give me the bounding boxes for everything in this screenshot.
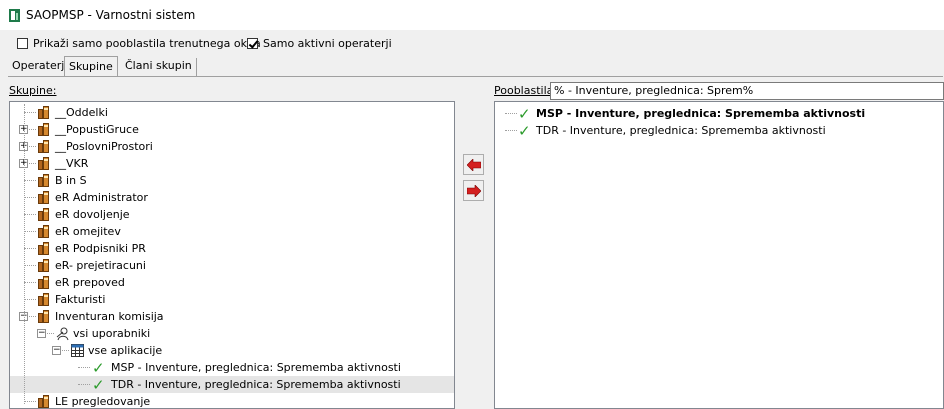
tree-item[interactable]: eR omejitev: [10, 223, 454, 240]
tree-item[interactable]: − vse aplikacije: [10, 342, 454, 359]
tree-item-label: LE pregledovanje: [55, 395, 151, 408]
active-operators-checkbox[interactable]: [247, 38, 258, 49]
tree-item[interactable]: eR prepoved: [10, 274, 454, 291]
tree-item-label: eR prepoved: [55, 276, 125, 289]
tree-item[interactable]: + __PopustiGruce: [10, 121, 454, 138]
permissions-list[interactable]: ✓ MSP - Inventure, preglednica: Sprememba…: [494, 101, 944, 409]
tree-connector: [24, 112, 36, 113]
tree-item-label: eR Podpisniki PR: [55, 242, 146, 255]
group-icon: [38, 259, 50, 272]
collapse-icon[interactable]: −: [37, 329, 46, 338]
group-icon: [38, 242, 50, 255]
tree-item[interactable]: Fakturisti: [10, 291, 454, 308]
tree-item[interactable]: __Oddelki: [10, 104, 454, 121]
tree-connector: [24, 299, 36, 300]
tree-item-label: TDR - Inventure, preglednica: Sprememba …: [111, 378, 401, 391]
check-icon: ✓: [92, 376, 105, 394]
tree-connector: [24, 248, 36, 249]
tab-divider: [8, 76, 943, 77]
tree-connector: [78, 367, 90, 368]
active-operators-label: Samo aktivni operaterji: [263, 37, 392, 50]
tree-item-label: __PoslovniProstori: [55, 140, 153, 153]
tab-skupine[interactable]: Skupine: [64, 56, 118, 76]
tree-item[interactable]: − Inventuran komisija: [10, 308, 454, 325]
tree-item-label: vse aplikacije: [88, 344, 163, 357]
tree-connector: [24, 401, 36, 402]
tree-item[interactable]: LE pregledovanje: [10, 393, 454, 408]
tree-item[interactable]: + __VKR: [10, 155, 454, 172]
group-icon: [38, 140, 50, 153]
check-icon: ✓: [518, 122, 531, 140]
permission-label: MSP - Inventure, preglednica: Sprememba …: [536, 107, 866, 120]
tree-item[interactable]: ✓ MSP - Inventure, preglednica: Sprememba…: [10, 359, 454, 376]
tree-connector: [78, 384, 90, 385]
tree-item-label: __PopustiGruce: [55, 123, 139, 136]
tree-item-label: __VKR: [55, 157, 89, 170]
permissions-label: Pooblastila:: [494, 84, 558, 97]
app-icon: [9, 9, 20, 22]
tree-item[interactable]: B in S: [10, 172, 454, 189]
tree-connector: [24, 214, 36, 215]
group-icon: [38, 191, 50, 204]
grid-icon: [71, 344, 84, 357]
groups-tree[interactable]: __Oddelki + __PopustiGruce + __PoslovniProst…: [9, 101, 455, 409]
tree-item[interactable]: eR Podpisniki PR: [10, 240, 454, 257]
group-icon: [38, 293, 50, 306]
tree-item-label: eR- prejetiracuni: [55, 259, 146, 272]
add-permission-button[interactable]: [463, 154, 484, 175]
tree-item[interactable]: − vsi uporabniki: [10, 325, 454, 342]
tab-clani-skupin[interactable]: Člani skupin: [121, 58, 197, 76]
tree-item-label: eR omejitev: [55, 225, 121, 238]
tree-item-label: vsi uporabniki: [73, 327, 151, 340]
tree-item[interactable]: eR- prejetiracuni: [10, 257, 454, 274]
collapse-icon[interactable]: −: [52, 346, 61, 355]
permissions-filter-input[interactable]: % - Inventure, preglednica: Sprem%: [550, 82, 944, 100]
users-icon: [56, 327, 69, 341]
show-current-window-checkbox[interactable]: [17, 38, 28, 49]
title-bar: SAOPMSP - Varnostni sistem: [0, 0, 944, 30]
check-icon: ✓: [92, 359, 105, 377]
tree-connector: [24, 180, 36, 181]
group-icon: [38, 157, 50, 170]
tree-item-label: eR dovoljenje: [55, 208, 130, 221]
tree-item[interactable]: + __PoslovniProstori: [10, 138, 454, 155]
tree-item[interactable]: eR Administrator: [10, 189, 454, 206]
tree-item-label: eR Administrator: [55, 191, 148, 204]
tree-item-label: __Oddelki: [55, 106, 108, 119]
check-icon: ✓: [518, 105, 531, 123]
tree-item-label: Inventuran komisija: [55, 310, 164, 323]
remove-permission-button[interactable]: [463, 180, 484, 201]
show-current-window-label: Prikaži samo pooblastila trenutnega okna: [33, 37, 261, 50]
group-icon: [38, 225, 50, 238]
remove-arrow-icon: [467, 185, 481, 197]
groups-label: Skupine:: [9, 84, 57, 97]
tree-connector: [24, 265, 36, 266]
tree-connector: [24, 282, 36, 283]
group-icon: [38, 174, 50, 187]
tree-item[interactable]: ✓ TDR - Inventure, preglednica: Sprememba…: [10, 376, 454, 393]
tree-item-label: Fakturisti: [55, 293, 106, 306]
group-icon: [38, 106, 50, 119]
tree-trunk-line: [24, 104, 25, 404]
tree-connector: [505, 113, 517, 114]
group-icon: [38, 276, 50, 289]
add-arrow-icon: [467, 159, 481, 171]
group-icon: [38, 310, 50, 323]
window-title: SAOPMSP - Varnostni sistem: [26, 8, 196, 22]
tree-item-label: MSP - Inventure, preglednica: Sprememba …: [111, 361, 401, 374]
tree-item-label: B in S: [55, 174, 87, 187]
group-icon: [38, 123, 50, 136]
tab-operaterji[interactable]: Operaterji: [8, 58, 73, 76]
tree-connector: [505, 130, 517, 131]
permission-item[interactable]: ✓ TDR - Inventure, preglednica: Sprememba…: [495, 122, 943, 139]
group-icon: [38, 395, 50, 408]
tree-connector: [24, 231, 36, 232]
permission-label: TDR - Inventure, preglednica: Sprememba …: [536, 124, 826, 137]
permission-item[interactable]: ✓ MSP - Inventure, preglednica: Sprememba…: [495, 105, 943, 122]
tree-item[interactable]: eR dovoljenje: [10, 206, 454, 223]
group-icon: [38, 208, 50, 221]
tree-connector: [24, 197, 36, 198]
